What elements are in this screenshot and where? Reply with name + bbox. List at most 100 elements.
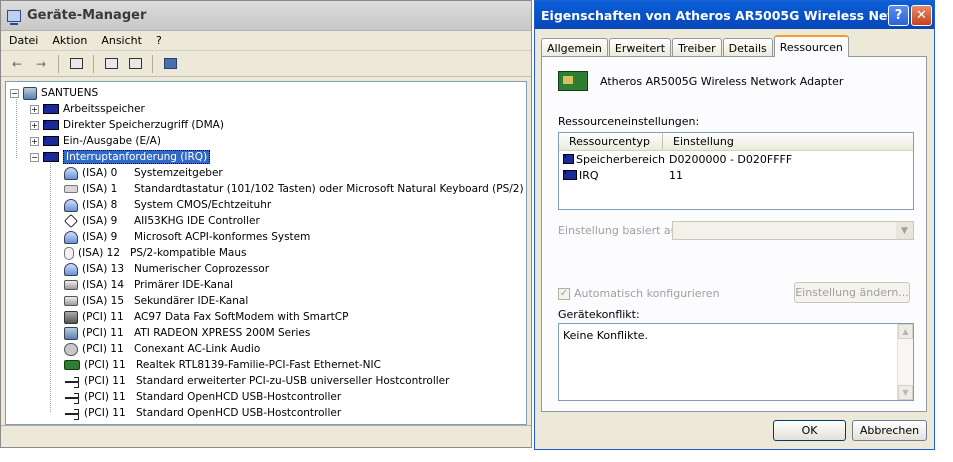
- irq-bus: (ISA) 13: [82, 263, 125, 275]
- irq-bus: (ISA) 8: [82, 199, 118, 211]
- tree-item[interactable]: (ISA) 9 Microsoft ACPI-konformes System: [64, 229, 310, 245]
- dialog-title: Eigenschaften von Atheros AR5005G Wirele…: [541, 7, 888, 23]
- tree-item[interactable]: (PCI) 11 AC97 Data Fax SoftModem with Sma…: [64, 309, 348, 325]
- conflict-box[interactable]: Keine Konflikte. ▲ ▼: [558, 323, 914, 401]
- resource-row[interactable]: IRQ 11: [559, 167, 913, 183]
- conflict-text: Keine Konflikte.: [563, 329, 649, 342]
- toolbar-separator: [58, 54, 59, 73]
- tab-ressourcen[interactable]: Ressourcen: [773, 35, 849, 57]
- tree-item[interactable]: (ISA) 1 Standardtastatur (101/102 Tasten)…: [64, 181, 524, 197]
- toolbar-separator: [152, 54, 153, 73]
- computer-icon: [23, 86, 37, 100]
- device-header: Atheros AR5005G Wireless Network Adapter: [558, 71, 843, 91]
- device-name: Realtek RTL8139-Familie-PCI-Fast Etherne…: [136, 359, 381, 371]
- tree-item[interactable]: (PCI) 11 Conexant AC-Link Audio: [64, 341, 260, 357]
- expand-icon[interactable]: +: [30, 120, 39, 130]
- tree-item[interactable]: (PCI) 11 Standard erweiterter PCI-zu-USB …: [64, 373, 449, 389]
- auto-config-checkbox[interactable]: ✓ Automatisch konfigurieren: [558, 287, 720, 300]
- device-manager-titlebar[interactable]: Geräte-Manager: [1, 1, 531, 31]
- chevron-down-icon[interactable]: ▼: [896, 222, 913, 239]
- keyboard-icon: [64, 185, 78, 193]
- expand-icon[interactable]: +: [30, 136, 39, 146]
- device-name: PS/2-kompatible Maus: [130, 247, 247, 259]
- help-icon[interactable]: [101, 55, 121, 73]
- device-name: Standard OpenHCD USB-Hostcontroller: [136, 407, 342, 419]
- close-button[interactable]: ✕: [911, 4, 932, 26]
- tree-item[interactable]: (ISA) 15 Sekundärer IDE-Kanal: [64, 293, 248, 309]
- device-name: Numerischer Coprozessor: [134, 263, 270, 275]
- tree-item[interactable]: (ISA) 9 AII53KHG IDE Controller: [63, 213, 260, 229]
- system-icon: [64, 230, 78, 244]
- menu-help[interactable]: ?: [156, 34, 162, 47]
- irq-bus: (ISA) 9: [82, 215, 118, 227]
- tree-category-dma[interactable]: + Direkter Speicherzugriff (DMA): [30, 117, 224, 133]
- properties-icon[interactable]: [125, 55, 145, 73]
- tree-category-io[interactable]: + Ein-/Ausgabe (E/A): [30, 133, 161, 149]
- tree-item[interactable]: (ISA) 14 Primärer IDE-Kanal: [64, 277, 233, 293]
- expand-icon[interactable]: +: [30, 104, 39, 114]
- system-icon: [64, 198, 78, 212]
- tree-item[interactable]: (PCI) 11 Standard OpenHCD USB-Hostcontrol…: [64, 405, 341, 421]
- tab-allgemein[interactable]: Allgemein: [541, 38, 608, 57]
- show-hide-console-tree-icon[interactable]: [66, 55, 86, 73]
- mouse-icon: [64, 246, 74, 260]
- conflict-scrollbar[interactable]: ▲ ▼: [897, 324, 913, 400]
- usb-icon: [64, 391, 80, 404]
- hdd-icon: [64, 280, 78, 290]
- tab-erweitert[interactable]: Erweitert: [608, 38, 672, 57]
- tree-item[interactable]: (PCI) 11 ATI RADEON XPRESS 200M Series: [64, 325, 310, 341]
- device-name: Primärer IDE-Kanal: [134, 279, 233, 291]
- help-button[interactable]: ?: [888, 4, 909, 26]
- setting-based-on-dropdown[interactable]: ▼: [672, 221, 914, 240]
- ok-button[interactable]: OK: [773, 420, 846, 441]
- tree-root[interactable]: − SANTUENS: [10, 85, 98, 101]
- tree-category-irq[interactable]: − Interruptanforderung (IRQ): [30, 149, 211, 165]
- irq-bus: (ISA) 0: [82, 167, 118, 179]
- irq-bus: (PCI) 11: [82, 327, 124, 339]
- back-arrow-icon[interactable]: ←: [7, 55, 27, 73]
- device-name: Conexant AC-Link Audio: [134, 343, 261, 355]
- resource-list[interactable]: Ressourcentyp Einstellung Speicherbereic…: [558, 132, 914, 210]
- tree-item[interactable]: (PCI) 11 Standard OpenHCD USB-Hostcontrol…: [64, 389, 341, 405]
- collapse-icon[interactable]: −: [30, 152, 39, 162]
- toolbar-separator: [93, 54, 94, 73]
- column-header-type[interactable]: Ressourcentyp: [559, 133, 663, 150]
- device-name: Atheros AR5005G Wireless Network Adapter: [600, 74, 844, 88]
- irq-bus: (PCI) 11: [84, 359, 126, 371]
- tab-details[interactable]: Details: [722, 38, 773, 57]
- menu-aktion[interactable]: Aktion: [52, 34, 87, 47]
- collapse-icon[interactable]: −: [10, 88, 19, 98]
- change-setting-button[interactable]: Einstellung ändern...: [794, 282, 910, 303]
- tree-item[interactable]: (ISA) 12 PS/2-kompatible Maus: [64, 245, 247, 261]
- resource-row[interactable]: Speicherbereich D0200000 - D020FFFF: [559, 151, 913, 167]
- column-header-setting[interactable]: Einstellung: [663, 133, 913, 150]
- properties-titlebar[interactable]: Eigenschaften von Atheros AR5005G Wirele…: [535, 1, 934, 29]
- irq-bus: (PCI) 11: [84, 407, 126, 419]
- hdd-icon: [64, 296, 78, 306]
- forward-arrow-icon[interactable]: →: [31, 55, 51, 73]
- device-tree[interactable]: − SANTUENS + Arbeitsspeicher + Direkter …: [5, 81, 527, 425]
- irq-bus: (PCI) 11: [82, 343, 124, 355]
- tree-item[interactable]: (PCI) 11 Realtek RTL8139-Familie-PCI-Fast…: [64, 357, 381, 373]
- tab-strip: Allgemein Erweitert Treiber Details Ress…: [541, 35, 850, 57]
- tree-category-memory[interactable]: + Arbeitsspeicher: [30, 101, 145, 117]
- scroll-up-icon[interactable]: ▲: [898, 324, 913, 339]
- tab-treiber[interactable]: Treiber: [672, 38, 722, 57]
- checkbox-checked-icon[interactable]: ✓: [558, 287, 570, 300]
- tree-item[interactable]: (ISA) 8 System CMOS/Echtzeituhr: [64, 197, 271, 213]
- scan-hardware-icon[interactable]: [160, 55, 180, 73]
- menu-ansicht[interactable]: Ansicht: [101, 34, 142, 47]
- menu-datei[interactable]: Datei: [9, 34, 38, 47]
- resource-setting: D0200000 - D020FFFF: [669, 152, 793, 166]
- network-adapter-icon: [558, 71, 588, 91]
- resource-type: IRQ: [579, 168, 599, 182]
- tree-item[interactable]: (ISA) 0 Systemzeitgeber: [64, 165, 223, 181]
- cancel-button[interactable]: Abbrechen: [852, 420, 927, 441]
- usb-icon: [64, 407, 80, 420]
- tree-item[interactable]: (ISA) 13 Numerischer Coprozessor: [64, 261, 269, 277]
- irq-bus: (PCI) 11: [82, 311, 124, 323]
- irq-bus: (PCI) 11: [84, 375, 126, 387]
- scroll-down-icon[interactable]: ▼: [898, 385, 913, 400]
- irq-bus: (ISA) 1: [82, 183, 118, 195]
- irq-bus: (ISA) 14: [82, 279, 125, 291]
